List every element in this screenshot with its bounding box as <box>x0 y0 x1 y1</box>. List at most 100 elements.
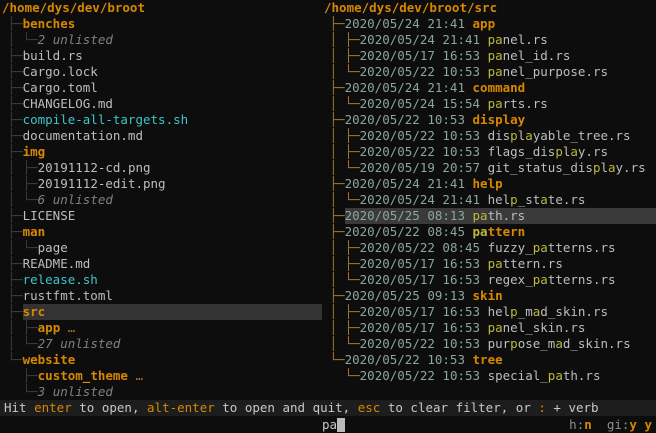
tree-row[interactable]: │ ├─ 2020/05/17 16:53 pattern.rs <box>322 256 656 272</box>
tree-row[interactable]: │ └─ 27 unlisted <box>0 336 322 352</box>
tree-branch: └─ <box>0 384 38 399</box>
tree-row[interactable]: ├─ documentation.md <box>0 128 322 144</box>
tree-row[interactable]: ├─ LICENSE <box>0 208 322 224</box>
tree-branch: │ └─ <box>322 160 360 175</box>
tree-branch: ├─ <box>0 48 23 63</box>
file-name: y.rs <box>615 160 646 175</box>
file-name: nel.rs <box>502 32 548 47</box>
tree-branch: │ ├─ <box>322 304 360 319</box>
tree-row[interactable]: │ ├─ 20191112-cd.png <box>0 160 322 176</box>
tree-row[interactable]: │ └─ 2 unlisted <box>0 32 322 48</box>
tree-branch: ├─ <box>322 208 345 223</box>
dir-name: ttern <box>487 224 526 239</box>
tree-row[interactable]: │ └─ 2020/05/17 16:53 regex_patterns.rs <box>322 272 656 288</box>
tree-branch: │ ├─ <box>322 48 360 63</box>
tree-row[interactable]: ├─ 2020/05/22 08:45 pattern <box>322 224 656 240</box>
ellipsis: … <box>60 320 76 335</box>
flag-value[interactable]: y <box>644 417 652 432</box>
match-highlight: pa <box>487 32 503 47</box>
file-name: LICENSE <box>22 208 76 223</box>
modified-date: 2020/05/24 21:41 <box>344 80 473 95</box>
entry: Cargo.toml <box>23 80 322 96</box>
match-highlight: pa <box>547 368 563 383</box>
tree-row[interactable]: └─ 2020/05/22 10:53 special_path.rs <box>322 368 656 384</box>
tree-branch: │ └─ <box>0 192 38 207</box>
tree-row[interactable]: ├─ 2020/05/24 21:41 help <box>322 176 656 192</box>
tree-branch: │ └─ <box>322 192 360 207</box>
entry: 2020/05/22 08:45 pattern <box>345 224 656 240</box>
tree-row[interactable]: ├─ Cargo.lock <box>0 64 322 80</box>
filter-input[interactable]: pa <box>322 417 337 433</box>
tree-row[interactable]: ├─ 2020/05/24 21:41 command <box>322 80 656 96</box>
file-name: README.md <box>22 256 91 271</box>
flag-value[interactable]: n <box>584 417 592 432</box>
match-highlight: pa <box>487 48 503 63</box>
tree-row[interactable]: │ ├─ 20191112-edit.png <box>0 176 322 192</box>
tree-row[interactable]: ├─ compile-all-targets.sh <box>0 112 322 128</box>
tree-row[interactable]: │ └─ 2020/05/24 15:54 parts.rs <box>322 96 656 112</box>
tree-row[interactable]: ├─ custom_theme … <box>0 368 322 384</box>
tree-branch: │ └─ <box>322 96 360 111</box>
tree-row[interactable]: │ ├─ 2020/05/24 21:41 panel.rs <box>322 32 656 48</box>
file-name: _st <box>517 192 541 207</box>
tree-row[interactable]: └─ website <box>0 352 322 368</box>
modified-date: 2020/05/17 16:53 <box>359 320 488 335</box>
tree-row[interactable]: └─ 2020/05/22 10:53 tree <box>322 352 656 368</box>
tree-row[interactable]: ├─ 2020/05/22 10:53 display <box>322 112 656 128</box>
tree-branch: ├─ <box>322 16 345 31</box>
tree-branch: │ ├─ <box>0 160 38 175</box>
tree-row[interactable]: └─ 3 unlisted <box>0 384 322 400</box>
file-name: git_status_dis <box>487 160 593 175</box>
tree-row[interactable]: ├─ rustfmt.toml <box>0 288 322 304</box>
file-name: special_ <box>487 368 548 383</box>
tree-row[interactable]: │ ├─ 2020/05/22 10:53 displayable_tree.rs <box>322 128 656 144</box>
tree-row[interactable]: ├─ build.rs <box>0 48 322 64</box>
tree-branch: ├─ <box>0 144 23 159</box>
tree-row[interactable]: ├─ README.md <box>0 256 322 272</box>
modified-date: 2020/05/19 20:57 <box>359 160 488 175</box>
tree-branch: ├─ <box>0 224 23 239</box>
tree-row[interactable]: ├─ 2020/05/25 08:13 path.rs <box>322 208 656 224</box>
tree-row[interactable]: ├─ src <box>0 304 322 320</box>
file-name: d_skin.rs <box>562 336 631 351</box>
entry: 2020/05/17 16:53 panel_id.rs <box>360 48 656 64</box>
dir-name: website <box>22 352 76 367</box>
tree-row[interactable]: │ └─ 6 unlisted <box>0 192 322 208</box>
tree-row[interactable]: ├─ img <box>0 144 322 160</box>
tree-branch: ├─ <box>0 288 23 303</box>
file-name: regex_ <box>487 272 533 287</box>
tree-row[interactable]: ├─ 2020/05/24 21:41 app <box>322 16 656 32</box>
tree-row[interactable]: │ └─ 2020/05/24 21:41 help_state.rs <box>322 192 656 208</box>
match-highlight: pa <box>532 240 548 255</box>
tree-row[interactable]: │ └─ 2020/05/22 10:53 panel_purpose.rs <box>322 64 656 80</box>
entry: LICENSE <box>23 208 322 224</box>
tree-row[interactable]: ├─ CHANGELOG.md <box>0 96 322 112</box>
tree-row[interactable]: │ ├─ 2020/05/22 08:45 fuzzy_patterns.rs <box>322 240 656 256</box>
tree-row[interactable]: │ ├─ 2020/05/17 16:53 panel_id.rs <box>322 48 656 64</box>
ellipsis: … <box>127 368 144 383</box>
tree-row[interactable]: │ ├─ 2020/05/17 16:53 help_mad_skin.rs <box>322 304 656 320</box>
tree-row[interactable]: ├─ 2020/05/25 09:13 skin <box>322 288 656 304</box>
tree-row[interactable]: ├─ Cargo.toml <box>0 80 322 96</box>
tree-row[interactable]: │ ├─ 2020/05/22 10:53 flags_display.rs <box>322 144 656 160</box>
left-tree-rows: ├─ benches │ └─ 2 unlisted ├─ build.rs ├─ Ca… <box>0 16 322 400</box>
tree-row[interactable]: │ ├─ app … <box>0 320 322 336</box>
tree-branch: │ ├─ <box>322 32 360 47</box>
tree-row[interactable]: │ └─ 2020/05/19 20:57 git_status_display.… <box>322 160 656 176</box>
tree-branch: └─ <box>322 352 345 367</box>
tree-row[interactable]: │ └─ 2020/05/22 10:53 purpose_mad_skin.rs <box>322 336 656 352</box>
flag-value[interactable]: y <box>629 417 637 432</box>
tree-row[interactable]: ├─ release.sh <box>0 272 322 288</box>
file-name: rts.rs <box>502 96 548 111</box>
tree-branch: │ └─ <box>322 272 360 287</box>
tree-row[interactable]: ├─ man <box>0 224 322 240</box>
entry: 2020/05/24 21:41 help <box>345 176 656 192</box>
tree-row[interactable]: │ └─ page <box>0 240 322 256</box>
tree-branch: ├─ <box>0 96 23 111</box>
tree-row[interactable]: ├─ benches <box>0 16 322 32</box>
entry: Cargo.lock <box>23 64 322 80</box>
tree-branch: ├─ <box>0 304 23 319</box>
tree-row[interactable]: │ ├─ 2020/05/17 16:53 panel_skin.rs <box>322 320 656 336</box>
file-name: 20191112-cd.png <box>37 160 151 175</box>
tree-branch: │ └─ <box>322 64 360 79</box>
